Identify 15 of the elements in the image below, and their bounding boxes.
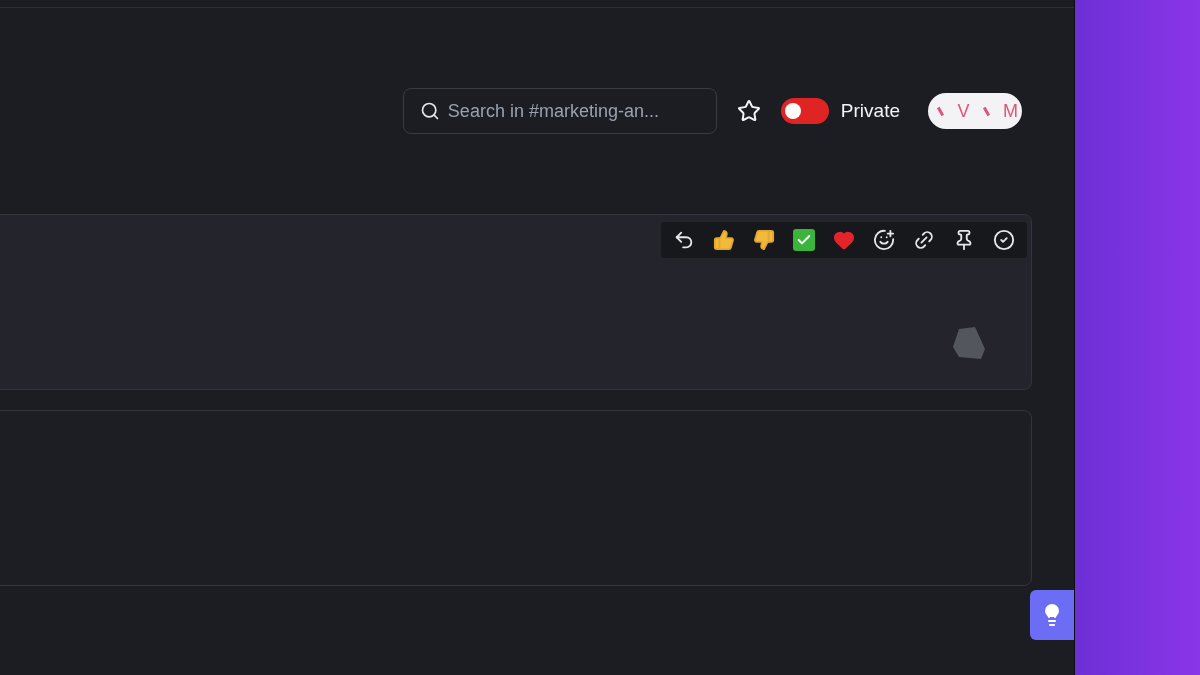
privacy-toggle[interactable]	[780, 98, 829, 124]
check-mark-icon	[793, 229, 815, 251]
search-icon	[419, 101, 440, 121]
thumbs-down-icon	[753, 229, 775, 251]
tips-button[interactable]	[1030, 590, 1074, 640]
thumbs-up-icon	[713, 229, 735, 251]
heart-icon	[833, 229, 855, 251]
reply-icon	[673, 229, 695, 251]
avatar-stack[interactable]: V M	[928, 93, 1022, 129]
search-placeholder: Search in #marketing-an...	[447, 99, 659, 123]
check-circle-icon	[993, 229, 1015, 251]
add-reaction-icon	[873, 229, 895, 251]
star-icon	[736, 99, 761, 123]
search-field[interactable]: Search in #marketing-an...	[402, 88, 717, 134]
privacy-label: Private	[840, 98, 900, 123]
